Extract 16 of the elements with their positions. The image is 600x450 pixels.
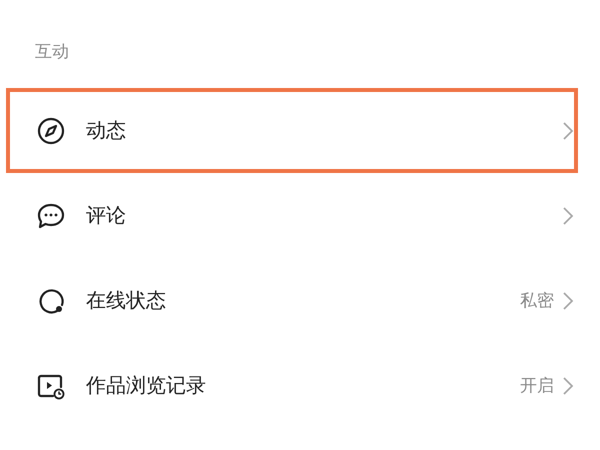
settings-row[interactable]: 在线状态 私密: [6, 258, 578, 343]
row-value: 私密: [520, 290, 554, 312]
chevron-icon: [562, 120, 574, 140]
row-label: 评论: [86, 202, 127, 229]
row-label: 在线状态: [86, 287, 167, 314]
row-label: 动态: [86, 117, 127, 144]
chevron-icon: [562, 376, 574, 396]
row-label: 作品浏览记录: [86, 372, 207, 399]
settings-row[interactable]: 动态: [6, 88, 578, 173]
settings-row[interactable]: 评论: [6, 173, 578, 258]
compass-icon: [36, 116, 66, 146]
chevron-icon: [562, 206, 574, 226]
chevron-icon: [562, 290, 574, 310]
settings-row[interactable]: 作品浏览记录 开启: [6, 343, 578, 428]
section-title: 互动: [34, 41, 70, 64]
row-value: 开启: [520, 375, 554, 397]
